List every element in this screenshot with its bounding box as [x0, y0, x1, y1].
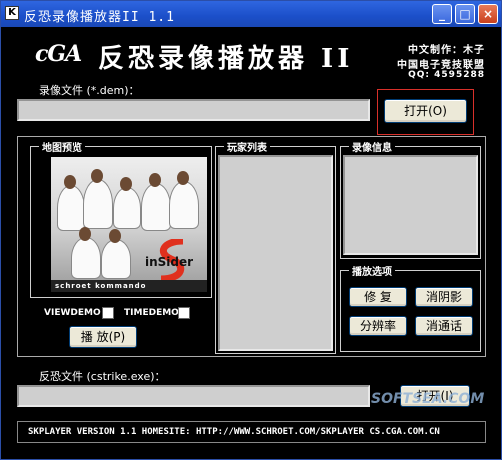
player-list[interactable] — [218, 155, 333, 351]
map-preview-group: 地图预览 inSider schroet kommando — [30, 139, 212, 298]
app-header: cGA 反恐录像播放器 II 中文制作：木子 中国电子竞技联盟 QQ: 4595… — [1, 27, 501, 81]
footer-info: SKPLAYER VERSION 1.1 HOMESITE: HTTP://WW… — [17, 421, 486, 443]
remove-chat-button[interactable]: 消通话 — [415, 316, 473, 336]
credit-qq: QQ: 4595288 — [408, 70, 485, 80]
cga-logo: cGA — [35, 41, 82, 67]
play-button[interactable]: 播 放(P) — [69, 326, 137, 348]
credit-author: 中文制作：木子 — [408, 45, 485, 56]
exe-file-input[interactable] — [17, 385, 370, 407]
viewdemo-label: VIEWDEMO — [44, 308, 101, 318]
title-bar[interactable]: K 反恐录像播放器II 1.1 _ □ × — [1, 1, 501, 27]
close-button[interactable]: × — [478, 4, 498, 24]
remove-shadow-button[interactable]: 消阴影 — [415, 287, 473, 307]
credit-org: 中国电子竞技联盟 — [397, 60, 485, 71]
map-preview-image: inSider schroet kommando — [51, 157, 207, 292]
timedemo-checkbox[interactable] — [178, 307, 190, 319]
timedemo-label: TIMEDEMO — [124, 308, 179, 318]
demo-file-input[interactable] — [17, 99, 370, 121]
minimize-button[interactable]: _ — [432, 4, 452, 24]
exe-file-label: 反恐文件 (cstrike.exe)： — [39, 370, 166, 383]
svg-text:inSider: inSider — [145, 255, 193, 269]
app-icon: K — [5, 6, 19, 20]
play-options-label: 播放选项 — [349, 263, 395, 278]
app-title: 反恐录像播放器 II — [98, 44, 354, 74]
main-panel: 地图预览 inSider schroet kommando VIEWDEMO T… — [17, 136, 486, 357]
window-title: 反恐录像播放器II 1.1 — [24, 10, 175, 25]
map-preview-label: 地图预览 — [39, 139, 85, 154]
app-window: K 反恐录像播放器II 1.1 _ □ × cGA 反恐录像播放器 II 中文制… — [0, 0, 502, 460]
viewdemo-checkbox[interactable] — [102, 307, 114, 319]
repair-button[interactable]: 修 复 — [349, 287, 407, 307]
demo-file-label: 录像文件 (*.dem)： — [39, 84, 140, 97]
player-list-label: 玩家列表 — [224, 139, 270, 154]
banner-text: schroet kommando — [51, 280, 207, 292]
play-options-group: 播放选项 修 复 消阴影 分辨率 消通话 — [340, 263, 481, 352]
insider-logo: inSider — [145, 239, 193, 281]
demo-info-group: 录像信息 — [340, 139, 481, 259]
demo-info-label: 录像信息 — [349, 139, 395, 154]
open-demo-button[interactable]: 打开(O) — [384, 99, 467, 123]
resolution-button[interactable]: 分辨率 — [349, 316, 407, 336]
demo-info-list — [343, 155, 478, 255]
watermark: SOFTSEA.COM — [371, 391, 485, 407]
player-list-group: 玩家列表 — [215, 139, 336, 354]
maximize-button[interactable]: □ — [455, 4, 475, 24]
